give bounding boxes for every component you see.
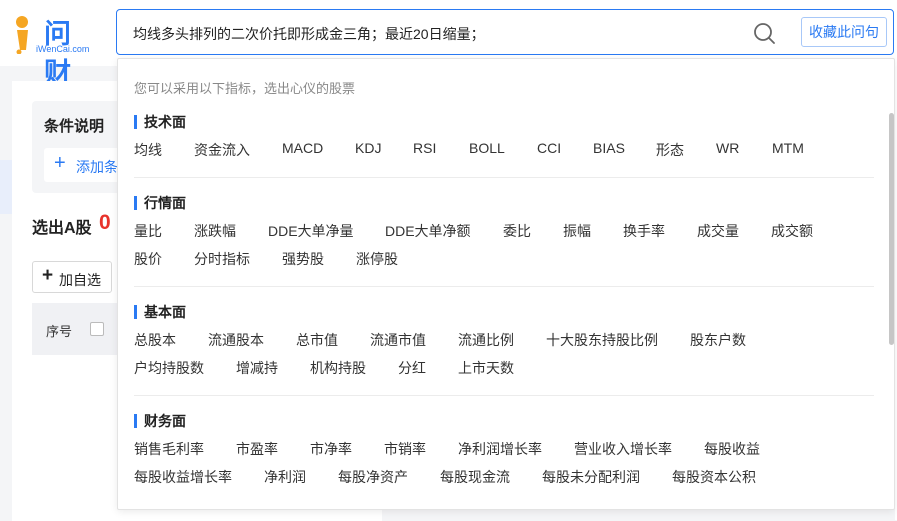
dropdown-hint: 您可以采用以下指标，选出心仪的股票 [134, 81, 356, 96]
indicator-item[interactable]: BOLL [469, 140, 505, 156]
indicator-item[interactable]: DDE大单净量 [268, 221, 354, 241]
indicator-item[interactable]: 强势股 [282, 249, 324, 269]
section-divider [134, 177, 874, 178]
indicator-item[interactable]: 委比 [503, 221, 531, 241]
select-all-checkbox[interactable] [90, 322, 104, 336]
add-condition-button[interactable]: + 添加条 [44, 148, 124, 182]
collect-question-button[interactable]: 收藏此问句 [801, 17, 887, 47]
indicator-item[interactable]: 成交量 [697, 221, 739, 241]
indicator-item[interactable]: 市销率 [384, 439, 426, 459]
search-box[interactable]: 均线多头排列的二次价托即形成金三角；最近20日缩量； 收藏此问句 [116, 9, 894, 55]
results-count: 0 [99, 211, 111, 234]
seq-column-header: 序号 [46, 324, 73, 339]
indicator-item[interactable]: MACD [282, 140, 323, 156]
indicator-item[interactable]: BIAS [593, 140, 625, 156]
indicator-item[interactable]: 上市天数 [458, 358, 514, 378]
indicator-item[interactable]: 形态 [656, 140, 684, 160]
indicator-item[interactable]: 每股收益 [704, 439, 760, 459]
add-condition-label: 添加条 [76, 159, 118, 175]
indicator-item[interactable]: 市盈率 [236, 439, 278, 459]
indicator-item[interactable]: 每股资本公积 [672, 467, 756, 487]
indicator-item[interactable]: 总市值 [296, 330, 338, 350]
indicator-item[interactable]: 净利润增长率 [458, 439, 542, 459]
section-divider [134, 395, 874, 396]
indicator-item[interactable]: 分时指标 [194, 249, 250, 269]
indicator-item[interactable]: 销售毛利率 [134, 439, 204, 459]
indicator-item[interactable]: 分红 [398, 358, 426, 378]
indicator-item[interactable]: 总股本 [134, 330, 176, 350]
indicator-item[interactable]: KDJ [355, 140, 381, 156]
indicator-item[interactable]: 每股现金流 [440, 467, 510, 487]
indicator-item[interactable]: 涨停股 [356, 249, 398, 269]
indicator-item[interactable]: 流通市值 [370, 330, 426, 350]
dropdown-scrollbar[interactable] [889, 113, 894, 345]
indicator-item[interactable]: 流通比例 [458, 330, 514, 350]
indicator-item[interactable]: 每股收益增长率 [134, 467, 232, 487]
condition-title: 条件说明 [44, 118, 105, 135]
section-title: 行情面 [134, 195, 186, 211]
indicator-item[interactable]: 市净率 [310, 439, 352, 459]
plus-icon: + [54, 152, 66, 174]
indicator-item[interactable]: 增减持 [236, 358, 278, 378]
indicator-item[interactable]: 均线 [134, 140, 162, 160]
indicator-item[interactable]: 每股净资产 [338, 467, 408, 487]
indicator-item[interactable]: RSI [413, 140, 436, 156]
indicator-item[interactable]: 机构持股 [310, 358, 366, 378]
indicator-dropdown: 您可以采用以下指标，选出心仪的股票 技术面均线 资金流入 MACD KDJ RSI BOL… [117, 58, 895, 510]
search-input[interactable]: 均线多头排列的二次价托即形成金三角；最近20日缩量； [133, 24, 485, 44]
indicator-item[interactable]: 流通股本 [208, 330, 264, 350]
indicator-item[interactable]: 振幅 [563, 221, 591, 241]
indicator-item[interactable]: 股价 [134, 249, 162, 269]
indicator-item[interactable]: 每股未分配利润 [542, 467, 640, 487]
side-nav-strip [0, 160, 12, 214]
indicator-item[interactable]: 净利润 [264, 467, 306, 487]
search-icon[interactable] [753, 22, 775, 44]
indicator-item[interactable]: 股东户数 [690, 330, 746, 350]
table-header: 序号 [32, 303, 122, 355]
indicator-item[interactable]: 十大股东持股比例 [546, 330, 658, 350]
plus-icon: + [42, 265, 54, 286]
logo-domain: iWenCai.com [36, 44, 90, 54]
indicator-item[interactable]: 换手率 [623, 221, 665, 241]
add-to-watchlist-label: 加自选 [59, 272, 101, 288]
indicator-item[interactable]: CCI [537, 140, 561, 156]
indicator-item[interactable]: 营业收入增长率 [574, 439, 672, 459]
add-to-watchlist-button[interactable]: + 加自选 [32, 261, 112, 293]
indicator-item[interactable]: 涨跌幅 [194, 221, 236, 241]
indicator-item[interactable]: 量比 [134, 221, 162, 241]
results-title: 选出A股 [32, 220, 92, 237]
indicator-item[interactable]: WR [716, 140, 739, 156]
section-title: 技术面 [134, 114, 186, 130]
section-title: 财务面 [134, 413, 186, 429]
section-divider [134, 286, 874, 287]
top-bar: 问财 iWenCai.com 均线多头排列的二次价托即形成金三角；最近20日缩量… [0, 0, 897, 89]
indicator-item[interactable]: 成交额 [771, 221, 813, 241]
indicator-item[interactable]: 资金流入 [194, 140, 250, 160]
indicator-item[interactable]: DDE大单净额 [385, 221, 471, 241]
indicator-item[interactable]: 户均持股数 [134, 358, 204, 378]
indicator-item[interactable]: MTM [772, 140, 804, 156]
iwencai-logo[interactable]: 问财 iWenCai.com [12, 14, 98, 89]
section-title: 基本面 [134, 304, 186, 320]
